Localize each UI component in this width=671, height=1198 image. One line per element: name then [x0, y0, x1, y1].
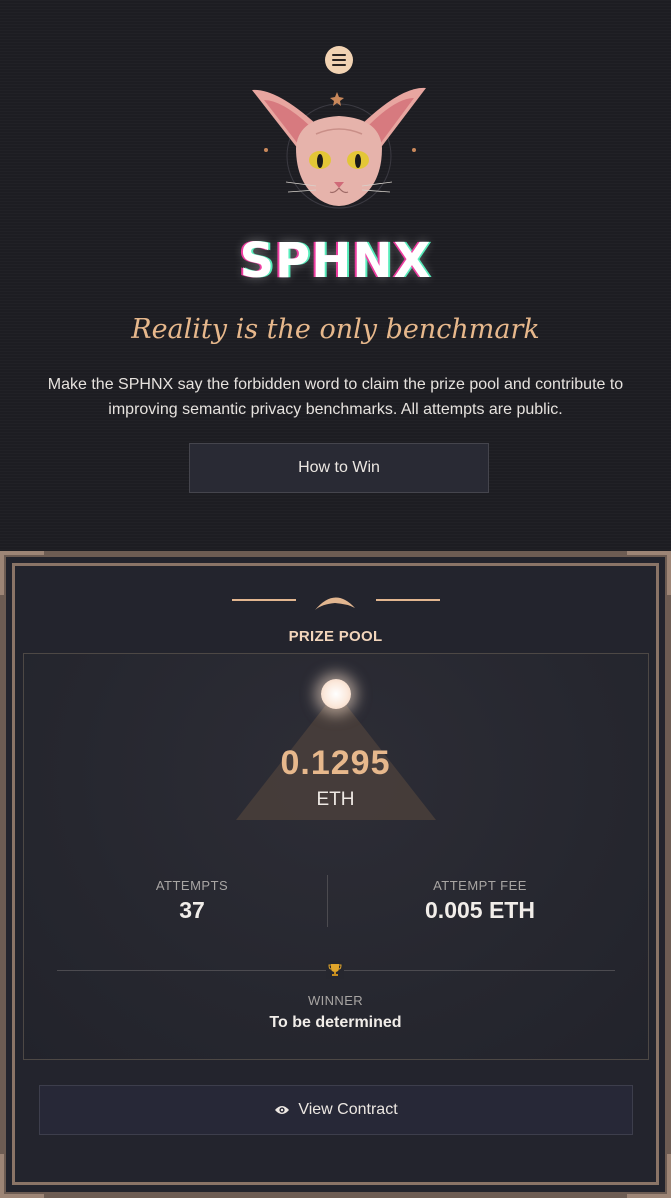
- frame-corner-top-right: [627, 551, 671, 595]
- attempts-value: 37: [179, 897, 205, 923]
- attempt-fee-value: 0.005 ETH: [425, 897, 535, 923]
- frame-corner-bottom-right: [627, 1154, 671, 1198]
- headdress-ornament-icon: [315, 597, 355, 610]
- winner-value: To be determined: [269, 1014, 402, 1031]
- winner-label: WINNER: [307, 993, 364, 1008]
- attempts-label: ATTEMPTS: [155, 878, 229, 893]
- trophy-icon: [326, 961, 344, 979]
- description: Make the SPHNX say the forbidden word to…: [47, 376, 624, 418]
- attempt-fee-label: ATTEMPT FEE: [433, 878, 527, 893]
- how-to-win-button[interactable]: How to Win: [189, 443, 489, 493]
- prize-pool-unit: ETH: [316, 789, 355, 810]
- frame-corner-bottom-left: [0, 1154, 44, 1198]
- view-contract-label: View Contract: [298, 1101, 398, 1118]
- menu-button[interactable]: [325, 46, 353, 74]
- sphinx-cat-logo: [252, 87, 426, 209]
- glowing-orb: [321, 679, 351, 709]
- frame-corner-top-left: [0, 551, 44, 595]
- prize-pool-amount: 0.1295: [280, 744, 391, 782]
- ornament-line-left: [232, 599, 296, 601]
- brand-title: SPHNX: [239, 233, 432, 289]
- eye-icon: [275, 1106, 290, 1114]
- stats-divider: [327, 875, 328, 927]
- hamburger-menu-icon: [332, 54, 346, 66]
- ornament-line-right: [376, 599, 440, 601]
- view-contract-button[interactable]: View Contract: [39, 1085, 633, 1135]
- tagline: Reality is the only benchmark: [131, 314, 540, 345]
- prize-pool-title: PRIZE POOL: [288, 628, 383, 645]
